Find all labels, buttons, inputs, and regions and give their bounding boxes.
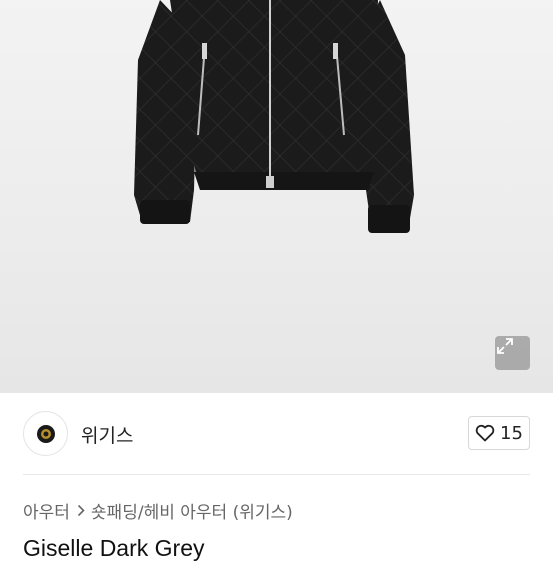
chevron-right-icon [77, 504, 85, 517]
product-title: Giselle Dark Grey [23, 535, 205, 561]
breadcrumb-item-subcategory[interactable]: 숏패딩/헤비 아우터 (위기스) [91, 498, 293, 523]
jacket-photo [134, 0, 414, 233]
breadcrumb-item-category[interactable]: 아우터 [23, 498, 70, 523]
divider [23, 474, 530, 475]
seller-avatar[interactable] [23, 411, 68, 456]
like-count: 15 [500, 422, 523, 444]
expand-image-button[interactable] [495, 336, 530, 370]
expand-icon [497, 338, 513, 354]
brand-logo-icon [36, 424, 55, 443]
heart-icon [475, 424, 495, 442]
product-image-area[interactable] [0, 0, 553, 393]
seller-name[interactable]: 위기스 [81, 421, 133, 448]
seller-row: 위기스 15 [0, 393, 553, 475]
like-button[interactable]: 15 [468, 416, 530, 450]
breadcrumb: 아우터 숏패딩/헤비 아우터 (위기스) [23, 498, 293, 523]
